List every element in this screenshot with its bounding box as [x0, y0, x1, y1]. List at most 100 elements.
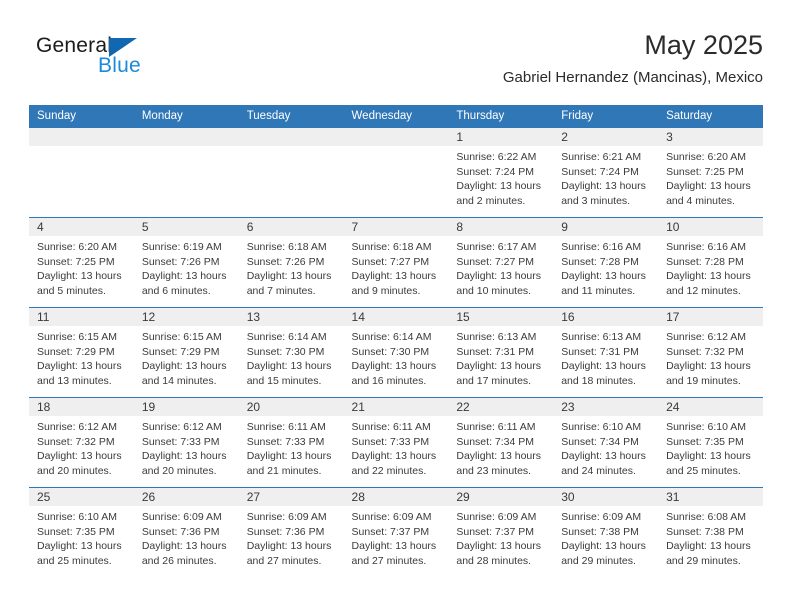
daylight-text-line2: and 3 minutes. [561, 194, 631, 207]
calendar-day-cell[interactable]: 11 Sunrise: 6:15 AM Sunset: 7:29 PM Dayligh… [29, 307, 134, 398]
calendar-day-cell[interactable]: 15 Sunrise: 6:13 AM Sunset: 7:31 PM Dayligh… [448, 307, 554, 398]
page-header: General Blue May 2025 Gabriel Hernandez … [29, 28, 763, 98]
day-number: 27 [238, 488, 344, 506]
sunset-text: Sunset: 7:25 PM [666, 165, 744, 178]
sunrise-text: Sunrise: 6:11 AM [456, 421, 536, 433]
sunrise-text: Sunrise: 6:15 AM [37, 331, 117, 343]
daylight-text-line2: and 11 minutes. [561, 284, 636, 297]
daylight-text-line2: and 6 minutes. [141, 284, 211, 297]
calendar-day-cell[interactable]: 14 Sunrise: 6:14 AM Sunset: 7:30 PM Dayligh… [343, 307, 449, 398]
calendar-day-cell[interactable]: 26 Sunrise: 6:09 AM Sunset: 7:36 PM Dayligh… [133, 487, 239, 577]
day-number: 21 [343, 398, 449, 416]
calendar-day-cell[interactable]: 17 Sunrise: 6:12 AM Sunset: 7:32 PM Dayligh… [658, 307, 763, 398]
day-box: 1 Sunrise: 6:22 AM Sunset: 7:24 PM Daylight… [448, 128, 554, 217]
day-details: Sunrise: 6:15 AM Sunset: 7:29 PM Daylight:… [29, 326, 134, 388]
calendar-day-cell[interactable]: 16 Sunrise: 6:13 AM Sunset: 7:31 PM Dayligh… [553, 307, 659, 398]
sunset-text: Sunset: 7:27 PM [456, 255, 535, 268]
day-number: 16 [553, 308, 659, 326]
daylight-text-line1: Daylight: 13 hours [141, 360, 227, 372]
calendar-day-cell[interactable]: 24 Sunrise: 6:10 AM Sunset: 7:35 PM Dayligh… [658, 397, 763, 488]
calendar-day-cell[interactable]: 27 Sunrise: 6:09 AM Sunset: 7:36 PM Dayligh… [238, 487, 344, 577]
daylight-text-line2: and 9 minutes. [351, 284, 421, 297]
daylight-text-line2: and 20 minutes. [141, 464, 217, 477]
day-details: Sunrise: 6:09 AM Sunset: 7:37 PM Daylight:… [344, 506, 449, 568]
daylight-text-line1: Daylight: 13 hours [141, 270, 227, 282]
day-number [238, 128, 344, 146]
sunrise-text: Sunrise: 6:17 AM [456, 241, 537, 253]
sunset-text: Sunset: 7:34 PM [561, 435, 639, 448]
daylight-text-line1: Daylight: 13 hours [141, 540, 227, 552]
sunset-text: Sunset: 7:34 PM [456, 435, 535, 448]
calendar-day-cell[interactable]: 20 Sunrise: 6:11 AM Sunset: 7:33 PM Dayligh… [238, 397, 344, 488]
day-number: 2 [553, 128, 659, 146]
calendar-empty-cell [29, 128, 134, 218]
calendar-day-cell[interactable]: 8 Sunrise: 6:17 AM Sunset: 7:27 PM Daylight… [448, 217, 554, 308]
day-box: 11 Sunrise: 6:15 AM Sunset: 7:29 PM Dayligh… [29, 308, 134, 397]
calendar-day-cell[interactable]: 4 Sunrise: 6:20 AM Sunset: 7:25 PM Daylight… [29, 217, 134, 308]
day-details: Sunrise: 6:11 AM Sunset: 7:33 PM Daylight:… [344, 416, 449, 478]
day-number: 1 [448, 128, 554, 146]
sunset-text: Sunset: 7:32 PM [37, 435, 115, 448]
calendar-day-cell[interactable]: 3 Sunrise: 6:20 AM Sunset: 7:25 PM Daylight… [658, 128, 763, 218]
day-box: 29 Sunrise: 6:09 AM Sunset: 7:37 PM Dayligh… [448, 488, 554, 577]
day-box: 14 Sunrise: 6:14 AM Sunset: 7:30 PM Dayligh… [343, 308, 449, 397]
day-number [343, 128, 449, 146]
calendar-day-cell[interactable]: 7 Sunrise: 6:18 AM Sunset: 7:27 PM Daylight… [343, 217, 449, 308]
calendar-day-cell[interactable]: 9 Sunrise: 6:16 AM Sunset: 7:28 PM Daylight… [553, 217, 659, 308]
calendar-week-row: 1 Sunrise: 6:22 AM Sunset: 7:24 PM Daylight… [29, 128, 763, 218]
sunset-text: Sunset: 7:26 PM [246, 255, 325, 268]
calendar-day-cell[interactable]: 22 Sunrise: 6:11 AM Sunset: 7:34 PM Dayligh… [448, 397, 554, 488]
daylight-text-line2: and 29 minutes. [561, 554, 636, 567]
calendar-day-cell[interactable]: 13 Sunrise: 6:14 AM Sunset: 7:30 PM Dayligh… [238, 307, 344, 398]
day-number: 23 [553, 398, 659, 416]
sunset-text: Sunset: 7:35 PM [666, 435, 744, 448]
calendar-day-cell[interactable]: 12 Sunrise: 6:15 AM Sunset: 7:29 PM Dayligh… [133, 307, 239, 398]
calendar-day-cell[interactable]: 18 Sunrise: 6:12 AM Sunset: 7:32 PM Dayligh… [29, 397, 134, 488]
day-box: 6 Sunrise: 6:18 AM Sunset: 7:26 PM Daylight… [238, 218, 344, 307]
day-details: Sunrise: 6:22 AM Sunset: 7:24 PM Daylight:… [448, 146, 553, 208]
calendar-day-cell[interactable]: 6 Sunrise: 6:18 AM Sunset: 7:26 PM Daylight… [238, 217, 344, 308]
calendar-day-cell[interactable]: 23 Sunrise: 6:10 AM Sunset: 7:34 PM Dayligh… [553, 397, 659, 488]
day-number: 6 [238, 218, 344, 236]
calendar-day-cell[interactable]: 30 Sunrise: 6:09 AM Sunset: 7:38 PM Dayligh… [553, 487, 659, 577]
sunrise-text: Sunrise: 6:12 AM [666, 331, 747, 343]
daylight-text-line2: and 22 minutes. [351, 464, 427, 477]
sunset-text: Sunset: 7:28 PM [666, 255, 744, 268]
calendar-day-cell[interactable]: 19 Sunrise: 6:12 AM Sunset: 7:33 PM Dayligh… [133, 397, 239, 488]
sunset-text: Sunset: 7:33 PM [351, 435, 430, 448]
calendar-day-cell[interactable]: 31 Sunrise: 6:08 AM Sunset: 7:38 PM Dayligh… [658, 487, 763, 577]
calendar-day-cell[interactable]: 29 Sunrise: 6:09 AM Sunset: 7:37 PM Dayligh… [448, 487, 554, 577]
day-box: 27 Sunrise: 6:09 AM Sunset: 7:36 PM Dayligh… [238, 488, 344, 577]
day-box: 18 Sunrise: 6:12 AM Sunset: 7:32 PM Dayligh… [29, 398, 134, 487]
daylight-text-line2: and 18 minutes. [561, 374, 636, 387]
calendar-day-cell[interactable]: 10 Sunrise: 6:16 AM Sunset: 7:28 PM Dayligh… [658, 217, 763, 308]
day-box: 13 Sunrise: 6:14 AM Sunset: 7:30 PM Dayligh… [238, 308, 344, 397]
day-box: 9 Sunrise: 6:16 AM Sunset: 7:28 PM Daylight… [553, 218, 659, 307]
daylight-text-line2: and 28 minutes. [456, 554, 532, 567]
sunset-text: Sunset: 7:33 PM [246, 435, 325, 448]
day-number: 12 [133, 308, 239, 326]
calendar-day-cell[interactable]: 5 Sunrise: 6:19 AM Sunset: 7:26 PM Daylight… [133, 217, 239, 308]
calendar-day-cell[interactable]: 28 Sunrise: 6:09 AM Sunset: 7:37 PM Dayligh… [343, 487, 449, 577]
sunset-text: Sunset: 7:31 PM [456, 345, 535, 358]
calendar-day-cell[interactable]: 21 Sunrise: 6:11 AM Sunset: 7:33 PM Dayligh… [343, 397, 449, 488]
daylight-text-line2: and 27 minutes. [351, 554, 427, 567]
calendar-empty-cell [133, 128, 239, 218]
calendar-week-row: 4 Sunrise: 6:20 AM Sunset: 7:25 PM Daylight… [29, 217, 763, 308]
day-details: Sunrise: 6:09 AM Sunset: 7:37 PM Daylight:… [448, 506, 553, 568]
calendar-day-cell[interactable]: 25 Sunrise: 6:10 AM Sunset: 7:35 PM Dayligh… [29, 487, 134, 577]
day-box: 28 Sunrise: 6:09 AM Sunset: 7:37 PM Dayligh… [343, 488, 449, 577]
daylight-text-line2: and 4 minutes. [666, 194, 735, 207]
day-box: 24 Sunrise: 6:10 AM Sunset: 7:35 PM Dayligh… [658, 398, 763, 487]
day-number: 15 [448, 308, 554, 326]
day-details: Sunrise: 6:18 AM Sunset: 7:26 PM Daylight:… [239, 236, 344, 298]
daylight-text-line1: Daylight: 13 hours [246, 450, 332, 462]
brand-logo[interactable]: General Blue [36, 34, 216, 86]
calendar-day-cell[interactable]: 2 Sunrise: 6:21 AM Sunset: 7:24 PM Daylight… [553, 128, 659, 218]
weekday-header-tuesday: Tuesday [238, 105, 344, 128]
daylight-text-line2: and 25 minutes. [37, 554, 112, 567]
calendar-day-cell[interactable]: 1 Sunrise: 6:22 AM Sunset: 7:24 PM Daylight… [448, 128, 554, 218]
day-box: 16 Sunrise: 6:13 AM Sunset: 7:31 PM Dayligh… [553, 308, 659, 397]
day-details: Sunrise: 6:14 AM Sunset: 7:30 PM Daylight:… [239, 326, 344, 388]
weekday-header-wednesday: Wednesday [343, 105, 449, 128]
